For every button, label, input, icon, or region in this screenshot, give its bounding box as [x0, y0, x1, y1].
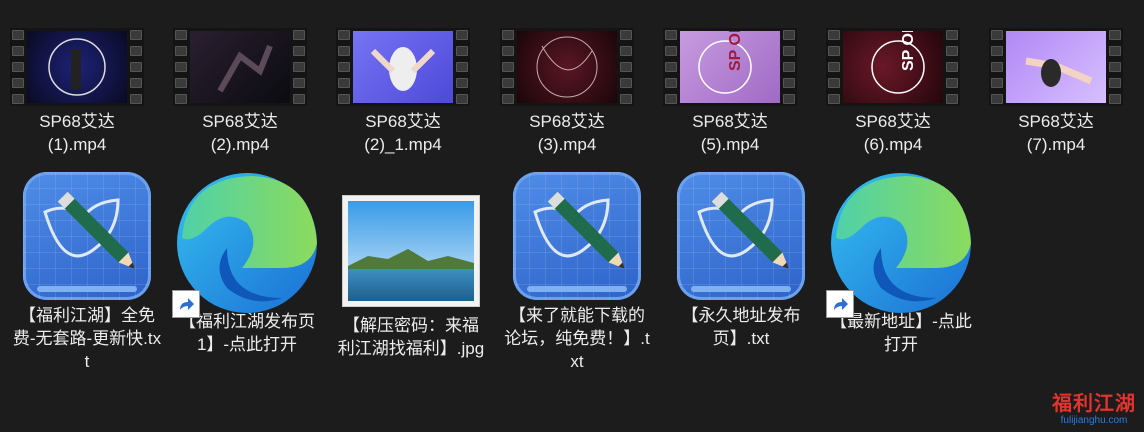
- image-file-icon: [343, 196, 479, 306]
- file-name: SP68艾达 (1).mp4: [39, 112, 115, 154]
- file-item-video-5[interactable]: SP OP SP68艾达 (5).mp4: [655, 28, 805, 156]
- file-name: SP68艾达 (5).mp4: [692, 112, 768, 154]
- file-item-video-1[interactable]: SP68艾达 (1).mp4: [2, 28, 152, 156]
- video-thumbnail: [336, 28, 470, 106]
- file-item-edge-1[interactable]: 【福利江湖发布页1】-点此打开: [172, 168, 322, 356]
- file-item-txt-1[interactable]: 【福利江湖】全免费-无套路-更新快.txt: [12, 172, 162, 373]
- watermark-url: fulijianghu.com: [1060, 415, 1128, 426]
- video-thumbnail: SP OP: [663, 28, 797, 106]
- shortcut-arrow-icon: [826, 290, 854, 318]
- file-name: SP68艾达 (3).mp4: [529, 112, 605, 154]
- video-thumbnail: [500, 28, 634, 106]
- file-name: SP68艾达 (6).mp4: [855, 112, 931, 154]
- file-item-video-4[interactable]: SP68艾达 (3).mp4: [492, 28, 642, 156]
- site-watermark: 福利江湖 fulijianghu.com: [1052, 393, 1136, 426]
- file-item-video-3[interactable]: SP68艾达 (2)_1.mp4: [328, 28, 478, 156]
- file-item-txt-2[interactable]: 【来了就能下载的论坛，纯免费！】.txt: [502, 172, 652, 373]
- file-item-video-6[interactable]: SP OP SP68艾达 (6).mp4: [818, 28, 968, 156]
- video-thumbnail: SP OP: [826, 28, 960, 106]
- file-name: 【解压密码：来福利江湖找福利】.jpg: [337, 316, 485, 358]
- video-thumbnail: [173, 28, 307, 106]
- video-thumbnail: [989, 28, 1123, 106]
- file-name: 【永久地址发布页】.txt: [681, 306, 801, 348]
- file-name: SP68艾达 (2).mp4: [202, 112, 278, 154]
- file-item-jpg[interactable]: 【解压密码：来福利江湖找福利】.jpg: [336, 196, 486, 360]
- file-item-txt-3[interactable]: 【永久地址发布页】.txt: [666, 172, 816, 350]
- shortcut-arrow-icon: [172, 290, 200, 318]
- text-file-icon: [513, 172, 641, 300]
- svg-text:SP OP: SP OP: [900, 31, 917, 71]
- watermark-title: 福利江湖: [1052, 393, 1136, 415]
- file-name: SP68艾达 (7).mp4: [1018, 112, 1094, 154]
- file-name: 【来了就能下载的论坛，纯免费！】.txt: [504, 306, 650, 371]
- edge-browser-icon: [826, 168, 976, 318]
- text-file-icon: [23, 172, 151, 300]
- text-file-icon: [677, 172, 805, 300]
- edge-browser-icon: [172, 168, 322, 318]
- file-name: 【福利江湖】全免费-无套路-更新快.txt: [12, 306, 162, 371]
- file-item-edge-2[interactable]: 【最新地址】-点此打开: [826, 168, 976, 356]
- file-item-video-2[interactable]: SP68艾达 (2).mp4: [165, 28, 315, 156]
- video-thumbnail: [10, 28, 144, 106]
- file-item-video-7[interactable]: SP68艾达 (7).mp4: [981, 28, 1131, 156]
- svg-text:SP OP: SP OP: [727, 31, 744, 71]
- file-name: SP68艾达 (2)_1.mp4: [364, 112, 442, 154]
